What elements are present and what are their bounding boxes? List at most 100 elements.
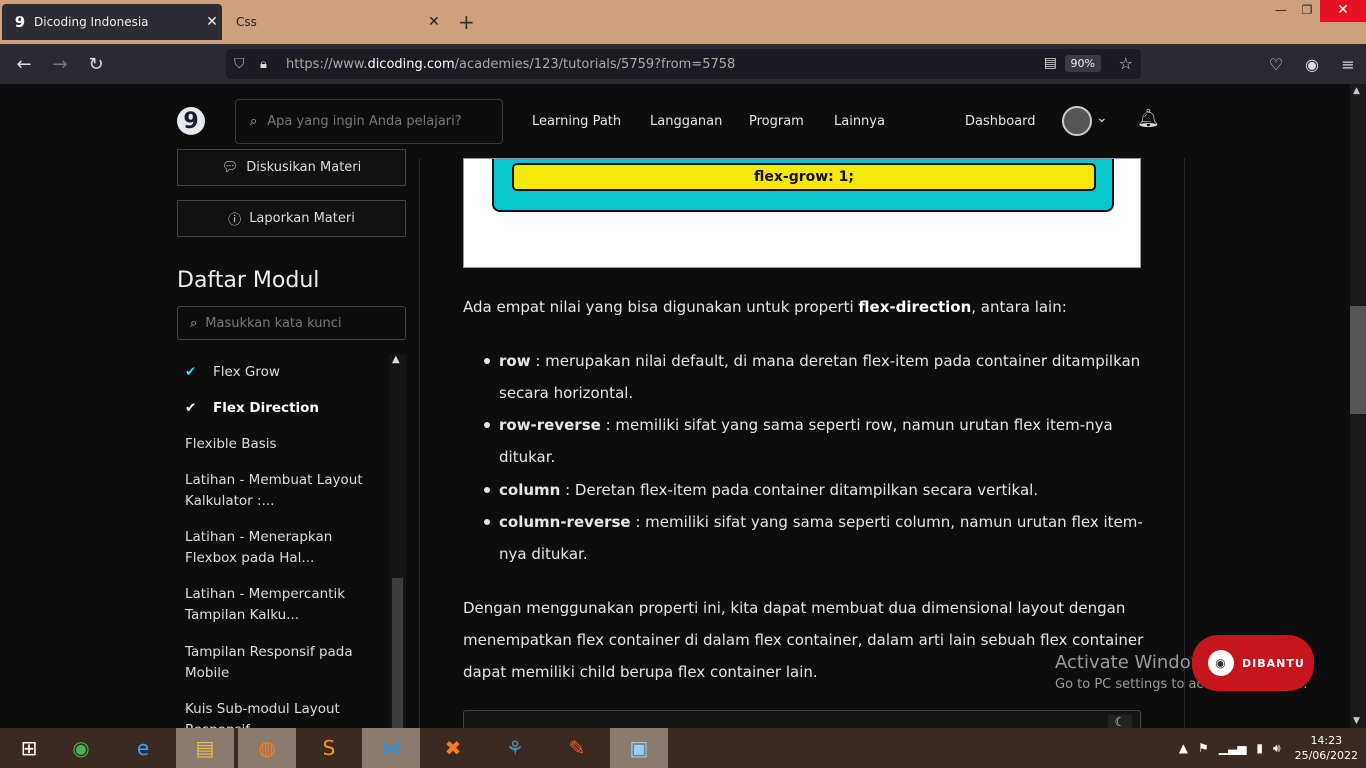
discuss-button[interactable]: 💬︎ Diskusikan Materi [177,149,406,186]
tab-title: Dicoding Indonesia [34,15,149,29]
clock-time: 14:23 [1310,734,1343,747]
reload-icon[interactable]: ↻ [78,54,114,75]
intro-text-end: , antara lain: [971,298,1067,316]
scroll-up-icon[interactable]: ▲ [1353,86,1360,96]
minimize-button[interactable]: — [1268,0,1294,22]
list-item-column-reverse: column-reverse : memiliki sifat yang sam… [484,506,1149,570]
list-term: column-reverse [499,513,631,531]
diagram-container: flex-grow: 1; [492,159,1114,212]
page-scroll-thumb[interactable] [1350,306,1366,414]
list-text: : merupakan nilai default, di mana deret… [499,352,1141,402]
tab-close-icon[interactable]: ✕ [424,14,444,30]
scroll-down-icon[interactable]: ▼ [1353,716,1360,726]
internet-explorer-icon[interactable]: e [114,728,172,768]
list-term: row [499,352,531,370]
new-tab-button[interactable]: + [458,10,475,34]
zoom-level[interactable]: 90% [1064,55,1101,72]
clock[interactable]: 14:23 25/06/2022 [1295,733,1358,763]
address-bar[interactable]: ⛉ 🔒︎ https://www. dicoding.com/academies/… [226,49,1141,79]
mysql-workbench-icon[interactable]: ⚘ [486,728,544,768]
chrome-icon[interactable]: ◉ [52,728,110,768]
back-arrow-icon[interactable]: ← [6,54,42,75]
vscode-icon[interactable]: ⋈ [362,728,420,768]
url-domain: dicoding.com [367,56,455,72]
window-controls: — ❐ ✕ [1268,0,1366,22]
tab-dicoding[interactable]: 9 Dicoding Indonesia ✕ [2,4,222,40]
robot-icon: ◉ [1208,650,1234,676]
windows-start-icon[interactable]: ⊞ [0,728,58,768]
discuss-button-label: Diskusikan Materi [246,160,362,175]
file-explorer-icon[interactable]: ▤ [176,728,234,768]
forward-arrow-icon[interactable]: → [42,54,78,75]
maximize-button[interactable]: ❐ [1294,0,1320,22]
signal-icon[interactable]: ▁▃▅ [1219,741,1247,755]
dicoding-logo[interactable]: 9 [177,107,205,135]
bookmark-star-icon[interactable]: ☆ [1119,54,1133,73]
volume-icon[interactable]: 🔊︎ [1273,741,1281,756]
module-item-latihan-layout[interactable]: Latihan - Membuat Layout Kalkulator :... [185,470,385,512]
menu-dashboard[interactable]: Dashboard [965,114,1036,129]
xampp-icon[interactable]: ✖ [424,728,482,768]
list-term: column [499,481,561,499]
search-placeholder: Apa yang ingin Anda pelajari? [267,114,462,129]
search-icon: ⌕ [250,114,258,129]
diagram-flex-item: flex-grow: 1; [512,163,1096,191]
list-item-row-reverse: row-reverse : memiliki sifat yang sama s… [484,409,1149,473]
browser-tab-bar: 9 Dicoding Indonesia ✕ Css ✕ + — ❐ ✕ [0,0,1366,44]
info-icon: ⓘ [228,213,242,228]
pocket-icon[interactable]: ♡ [1258,55,1294,74]
content-divider [1184,158,1185,728]
clock-date: 25/06/2022 [1294,749,1358,762]
avatar[interactable] [1062,106,1092,136]
tab-css[interactable]: Css ✕ [222,4,444,40]
url-path: /academies/123/tutorials/5759?from=5758 [454,56,736,72]
account-icon[interactable]: ◉ [1294,55,1330,74]
module-item-latihan-mempercantik[interactable]: Latihan - Mempercantik Tampilan Kalku... [185,584,385,626]
lock-icon[interactable]: 🔒︎ [260,57,267,72]
report-button[interactable]: ⓘ Laporkan Materi [177,200,406,237]
network-warning-icon[interactable]: ⚑ [1198,741,1209,755]
tab-close-icon[interactable]: ✕ [202,14,222,30]
module-item-label: Flex Direction [213,400,320,416]
dibantu-chat-button[interactable]: ◉ DIBANTU [1192,635,1314,691]
list-item-row: row : merupakan nilai default, di mana d… [484,345,1149,409]
page-scrollbar[interactable]: ▲ ▼ [1350,84,1366,728]
site-header: 9 ⌕ Apa yang ingin Anda pelajari? Learni… [0,84,1350,158]
intro-text: Ada empat nilai yang bisa digunakan untu… [463,298,859,316]
sidebar-heading: Daftar Modul [177,268,320,293]
site-search-input[interactable]: ⌕ Apa yang ingin Anda pelajari? [235,99,503,144]
menu-learning-path[interactable]: Learning Path [532,114,621,129]
tray-chevron-up-icon[interactable]: ▲ [1179,741,1188,755]
scroll-up-icon[interactable]: ▲ [392,354,400,365]
sublime-text-icon[interactable]: S [300,728,358,768]
reader-view-icon[interactable]: ▤ [1044,55,1057,71]
pen-tool-icon[interactable]: ✎ [548,728,606,768]
chevron-down-icon[interactable]: ⌄ [1096,110,1108,126]
menu-lainnya[interactable]: Lainnya [834,114,885,129]
shield-icon[interactable]: ⛉ [234,56,245,72]
dibantu-label: DIBANTU [1242,656,1305,670]
bell-icon[interactable]: 🔔︎ [1137,108,1160,129]
menu-langganan[interactable]: Langganan [650,114,722,129]
module-list-scroll-thumb[interactable] [392,578,403,728]
close-window-button[interactable]: ✕ [1320,0,1366,22]
module-item-flex-grow[interactable]: ✔ Flex Grow [185,362,385,383]
article-content: flex-grow: 1; Ada empat nilai yang bisa … [420,158,1184,740]
module-item-flexible-basis[interactable]: Flexible Basis [185,434,385,455]
module-item-tampilan-responsif[interactable]: Tampilan Responsif pada Mobile [185,642,385,684]
module-item-label: Flex Grow [213,364,280,380]
photos-icon[interactable]: ▣ [610,728,668,768]
firefox-icon[interactable]: ◍ [238,728,296,768]
hamburger-menu-icon[interactable]: ≡ [1330,55,1366,74]
flex-grow-diagram: flex-grow: 1; [463,158,1141,268]
check-icon: ✔ [185,364,197,380]
menu-program[interactable]: Program [749,114,804,129]
list-term: row-reverse [499,416,601,434]
browser-toolbar-right: ♡ ◉ ≡ [1258,44,1366,84]
module-item-latihan-flexbox[interactable]: Latihan - Menerapkan Flexbox pada Hal... [185,527,385,569]
intro-bold: flex-direction [858,298,972,316]
tab-title: Css [236,15,257,29]
battery-icon[interactable]: ▮ [1256,741,1263,755]
module-item-flex-direction[interactable]: ✔ Flex Direction [185,398,385,419]
module-search-input[interactable]: ⌕ Masukkan kata kunci [177,306,406,340]
